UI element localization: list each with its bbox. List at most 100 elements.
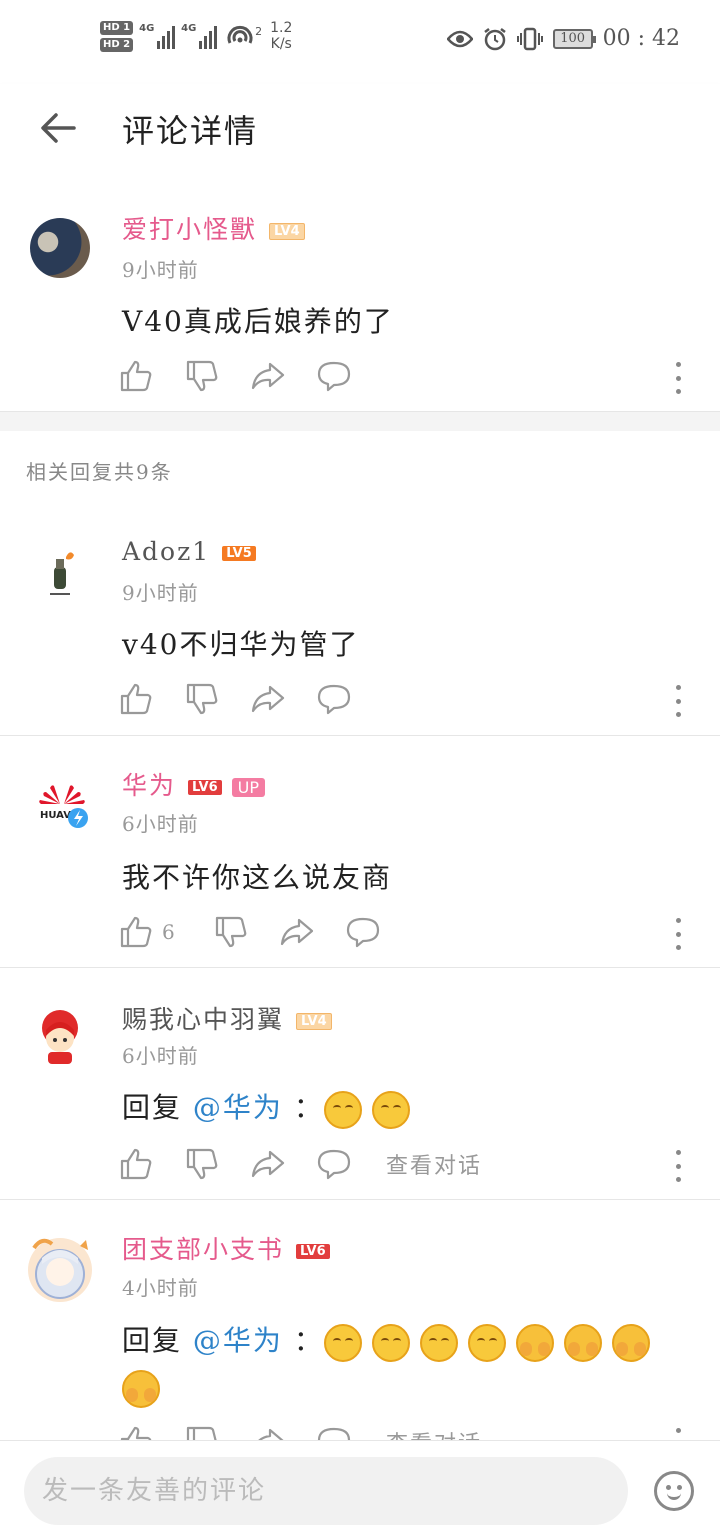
comment-text: 回复 @华为 ： bbox=[122, 1086, 420, 1129]
emoji-icon bbox=[122, 1369, 160, 1408]
share-icon bbox=[280, 918, 313, 946]
share-button[interactable] bbox=[250, 358, 286, 394]
avatar[interactable] bbox=[30, 543, 90, 603]
top-app-bar: 评论详情 bbox=[0, 84, 720, 180]
reply-item: HUAV 华为 LV6 UP 6小时前 我不许你这么说友商 6 bbox=[0, 736, 720, 967]
dislike-button[interactable] bbox=[184, 358, 220, 394]
eye-icon bbox=[446, 30, 473, 47]
hotspot-count: 2 bbox=[255, 24, 263, 38]
dislike-icon bbox=[186, 1426, 217, 1440]
emoji-icon bbox=[467, 1323, 506, 1362]
username[interactable]: 爱打小怪獸 LV4 bbox=[122, 210, 305, 246]
level-badge: LV5 bbox=[222, 546, 256, 561]
like-icon bbox=[120, 360, 152, 392]
comment-time: 9小时前 bbox=[122, 258, 199, 282]
comment-icon bbox=[317, 361, 351, 392]
more-icon[interactable] bbox=[672, 918, 684, 950]
signal1-icon: 4G bbox=[139, 23, 176, 49]
view-conversation-link[interactable]: 查看对话 bbox=[386, 1148, 482, 1180]
comment-text: 回复 @华为 ： bbox=[122, 1318, 682, 1410]
svg-text:HUAV: HUAV bbox=[40, 810, 71, 821]
hd1-badge: HD 1 bbox=[100, 20, 134, 35]
avatar[interactable] bbox=[20, 1228, 100, 1308]
dislike-icon bbox=[215, 916, 247, 948]
level-badge: LV6 bbox=[296, 1244, 330, 1259]
reply-button[interactable] bbox=[316, 681, 352, 717]
like-button[interactable] bbox=[118, 1424, 154, 1440]
comment-icon bbox=[317, 1427, 351, 1440]
reply-button[interactable] bbox=[316, 1424, 352, 1440]
more-icon[interactable] bbox=[672, 362, 684, 394]
reply-item: Adoz1 LV5 9小时前 v40不归华为管了 bbox=[0, 505, 720, 735]
reply-button[interactable] bbox=[345, 914, 381, 950]
comment-icon bbox=[317, 684, 351, 715]
alarm-icon bbox=[483, 27, 506, 50]
emoji-icon bbox=[419, 1323, 458, 1362]
emoji-icon bbox=[611, 1323, 650, 1362]
comment-icon bbox=[346, 917, 379, 948]
hd2-badge: HD 2 bbox=[100, 37, 134, 52]
avatar[interactable] bbox=[30, 1006, 90, 1066]
network-speed: 1.2 K/s bbox=[270, 20, 293, 52]
like-button[interactable] bbox=[118, 1146, 154, 1182]
reply-button[interactable] bbox=[316, 358, 352, 394]
emoji-icon bbox=[323, 1090, 362, 1129]
like-button[interactable] bbox=[118, 681, 154, 717]
dislike-button[interactable] bbox=[184, 681, 220, 717]
share-button[interactable] bbox=[250, 1146, 286, 1182]
more-icon[interactable] bbox=[672, 1150, 684, 1182]
share-icon bbox=[251, 1150, 285, 1178]
like-button[interactable]: 6 bbox=[118, 914, 175, 950]
main-comment: 爱打小怪獸 LV4 9小时前 V40真成后娘养的了 bbox=[0, 180, 720, 411]
emoji-icon bbox=[371, 1323, 410, 1362]
status-bar: HD 1 HD 2 4G 4G 2 1.2 K/s 100 00: 42 bbox=[0, 0, 720, 84]
up-badge: UP bbox=[231, 778, 265, 797]
avatar-image bbox=[42, 1010, 78, 1064]
avatar-image bbox=[28, 1238, 92, 1302]
clock: 00 : 42 bbox=[602, 26, 680, 51]
avatar[interactable]: HUAV bbox=[30, 776, 94, 840]
emoji-icon bbox=[371, 1090, 410, 1129]
status-right: 100 00 : 42 bbox=[446, 26, 680, 51]
comment-text: 我不许你这么说友商 bbox=[122, 861, 393, 894]
more-icon[interactable] bbox=[672, 685, 684, 717]
share-button[interactable] bbox=[279, 914, 315, 950]
emoji-icon[interactable] bbox=[654, 1471, 694, 1511]
comment-time: 6小时前 bbox=[122, 812, 199, 836]
like-icon bbox=[120, 1148, 152, 1180]
avatar-image bbox=[50, 552, 74, 595]
hd-indicators: HD 1 HD 2 bbox=[100, 20, 134, 52]
username[interactable]: Adoz1 LV5 bbox=[122, 537, 256, 566]
hotspot-icon bbox=[227, 25, 253, 44]
comment-input[interactable]: 发一条友善的评论 bbox=[24, 1457, 628, 1525]
like-icon bbox=[120, 916, 152, 948]
share-icon bbox=[251, 685, 285, 713]
avatar[interactable] bbox=[30, 218, 90, 278]
share-button[interactable] bbox=[250, 1424, 286, 1440]
share-icon bbox=[258, 1428, 284, 1440]
username[interactable]: 华为 LV6 UP bbox=[122, 766, 265, 802]
dislike-button[interactable] bbox=[184, 1424, 220, 1440]
reply-item: 赐我心中羽翼 LV4 6小时前 回复 @华为 ： 查看对话 bbox=[0, 968, 720, 1199]
dislike-icon bbox=[186, 1148, 218, 1180]
more-icon[interactable] bbox=[672, 1428, 684, 1440]
reply-button[interactable] bbox=[316, 1146, 352, 1182]
comment-time: 4小时前 bbox=[122, 1276, 199, 1300]
signal2-icon: 4G bbox=[181, 23, 218, 49]
battery-icon: 100 bbox=[552, 28, 596, 49]
mention-link[interactable]: @华为 bbox=[193, 1091, 283, 1124]
comment-input-bar: 发一条友善的评论 bbox=[0, 1440, 720, 1540]
share-button[interactable] bbox=[250, 681, 286, 717]
like-button[interactable] bbox=[118, 358, 154, 394]
dislike-button[interactable] bbox=[184, 1146, 220, 1182]
username[interactable]: 赐我心中羽翼 LV4 bbox=[122, 1000, 332, 1036]
back-arrow-icon[interactable] bbox=[36, 106, 80, 150]
username[interactable]: 团支部小支书 LV6 bbox=[122, 1230, 330, 1266]
dislike-icon bbox=[186, 360, 218, 392]
dislike-button[interactable] bbox=[213, 914, 249, 950]
mention-link[interactable]: @华为 bbox=[193, 1324, 283, 1357]
status-left: HD 1 HD 2 4G 4G 2 1.2 K/s bbox=[100, 20, 292, 52]
view-conversation-link[interactable]: 查看对话 bbox=[386, 1426, 482, 1440]
reply-item: 团支部小支书LV6 4小时前 回复 @华为 ： 查看对话 bbox=[0, 1200, 720, 1440]
comment-text: v40不归华为管了 bbox=[122, 628, 360, 661]
